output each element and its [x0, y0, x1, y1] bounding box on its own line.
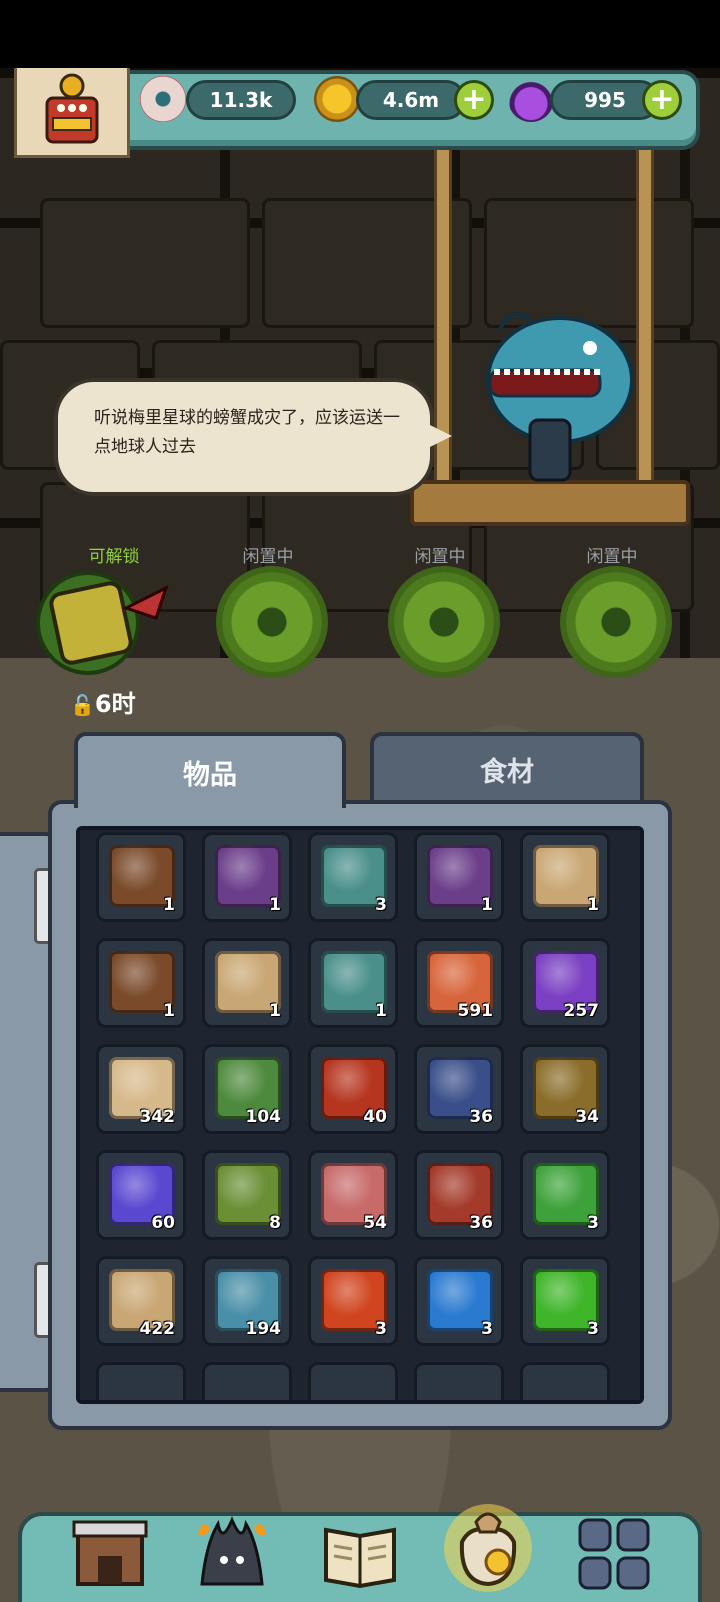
inventory-slot-partial [202, 1362, 292, 1400]
item-count: 342 [139, 1107, 176, 1127]
inventory-slot[interactable]: 1 [202, 938, 292, 1028]
inventory-slot[interactable]: 194 [202, 1256, 292, 1346]
slot-4-status: 闲置中 [586, 547, 638, 567]
item-count: 104 [245, 1107, 282, 1127]
inventory-slot-partial [96, 1362, 186, 1400]
inventory-slot[interactable]: 36 [414, 1044, 504, 1134]
money-bag-icon[interactable] [440, 1496, 536, 1592]
item-count: 194 [245, 1319, 282, 1339]
item-count: 3 [375, 1319, 387, 1339]
item-count: 3 [481, 1319, 493, 1339]
item-count: 1 [375, 1001, 387, 1021]
item-count: 3 [375, 895, 387, 915]
slot-2-status: 闲置中 [242, 547, 294, 567]
eyeball-icon [140, 76, 186, 122]
eyes-counter: 11.3k [186, 80, 296, 120]
item-count: 3 [587, 1213, 599, 1233]
inventory-grid: 1 1 3 1 1 1 1 1 591 257 342 104 40 36 34 60 8 54 36 3 422 194… [76, 826, 644, 1404]
item-count: 40 [363, 1107, 387, 1127]
eyes-value: 11.3k [209, 88, 273, 112]
idle-slot-2[interactable] [222, 572, 322, 672]
item-count: 1 [481, 895, 493, 915]
status-bar [0, 0, 720, 68]
inventory-slot[interactable]: 104 [202, 1044, 292, 1134]
inventory-slot[interactable]: 34 [520, 1044, 610, 1134]
inventory-slot[interactable]: 8 [202, 1150, 292, 1240]
inventory-slot[interactable]: 3 [308, 1256, 398, 1346]
tab-ingredients-label: 食材 [480, 756, 534, 788]
potions-value: 995 [584, 88, 626, 112]
inventory-slot[interactable]: 3 [520, 1256, 610, 1346]
item-count: 1 [587, 895, 599, 915]
inventory-slot[interactable]: 36 [414, 1150, 504, 1240]
slot-1-status: 可解锁 [88, 547, 140, 567]
item-count: 257 [563, 1001, 600, 1021]
unlock-timer: 🔓6时 [70, 684, 136, 719]
inventory-slot[interactable]: 1 [308, 938, 398, 1028]
item-count: 1 [163, 895, 175, 915]
inventory-slot[interactable]: 257 [520, 938, 610, 1028]
monster-slot-1[interactable] [26, 568, 176, 678]
item-count: 36 [469, 1107, 493, 1127]
coin-icon [314, 76, 360, 122]
campfire-monster-icon[interactable] [192, 1514, 272, 1594]
item-count: 3 [587, 1319, 599, 1339]
inventory-slot[interactable]: 1 [202, 832, 292, 922]
inventory-slot[interactable]: 342 [96, 1044, 186, 1134]
tab-items-label: 物品 [183, 759, 237, 791]
item-count: 54 [363, 1213, 387, 1233]
plus-icon: + [649, 82, 675, 117]
inventory-slot[interactable]: 1 [414, 832, 504, 922]
inventory-slot[interactable]: 3 [520, 1150, 610, 1240]
speech-text: 听说梅里星球的螃蟹成灾了，应该运送一点地球人过去 [94, 408, 400, 457]
inventory-slot[interactable]: 422 [96, 1256, 186, 1346]
inventory-slot-partial [520, 1362, 610, 1400]
timer-text: 6时 [94, 690, 136, 718]
add-coins-button[interactable]: + [454, 80, 494, 120]
tab-items[interactable]: 物品 [74, 732, 346, 808]
inventory-slot[interactable]: 3 [414, 1256, 504, 1346]
inventory-slot[interactable]: 60 [96, 1150, 186, 1240]
speech-bubble: 听说梅里星球的螃蟹成灾了，应该运送一点地球人过去 [54, 378, 452, 496]
idle-slot-4[interactable] [566, 572, 666, 672]
inventory-slot-partial [414, 1362, 504, 1400]
book-icon[interactable] [320, 1514, 400, 1594]
inventory-slot[interactable]: 591 [414, 938, 504, 1028]
item-count: 1 [269, 1001, 281, 1021]
add-potions-button[interactable]: + [642, 80, 682, 120]
item-count: 591 [457, 1001, 494, 1021]
slot-3-status: 闲置中 [414, 547, 466, 567]
fish-monster-npc[interactable] [470, 310, 640, 500]
inventory-slot-partial [308, 1362, 398, 1400]
inventory-slot[interactable]: 54 [308, 1150, 398, 1240]
shop-icon[interactable] [70, 1514, 150, 1594]
idle-slot-3[interactable] [394, 572, 494, 672]
inventory-slot[interactable]: 1 [96, 938, 186, 1028]
coins-value: 4.6m [382, 88, 440, 112]
grid-menu-icon[interactable] [574, 1514, 654, 1594]
item-count: 422 [139, 1319, 176, 1339]
item-count: 34 [575, 1107, 599, 1127]
tab-ingredients[interactable]: 食材 [370, 732, 644, 802]
coins-counter: 4.6m [356, 80, 466, 120]
inventory-slot[interactable]: 1 [96, 832, 186, 922]
item-count: 8 [269, 1213, 281, 1233]
player-avatar[interactable] [14, 68, 130, 158]
lock-icon: 🔓 [70, 693, 95, 717]
item-count: 60 [151, 1213, 175, 1233]
inventory-slot[interactable]: 1 [520, 832, 610, 922]
item-count: 36 [469, 1213, 493, 1233]
item-count: 1 [163, 1001, 175, 1021]
item-count: 1 [269, 895, 281, 915]
inventory-slot[interactable]: 3 [308, 832, 398, 922]
plus-icon: + [461, 82, 487, 117]
potion-icon [508, 76, 554, 122]
inventory-slot[interactable]: 40 [308, 1044, 398, 1134]
